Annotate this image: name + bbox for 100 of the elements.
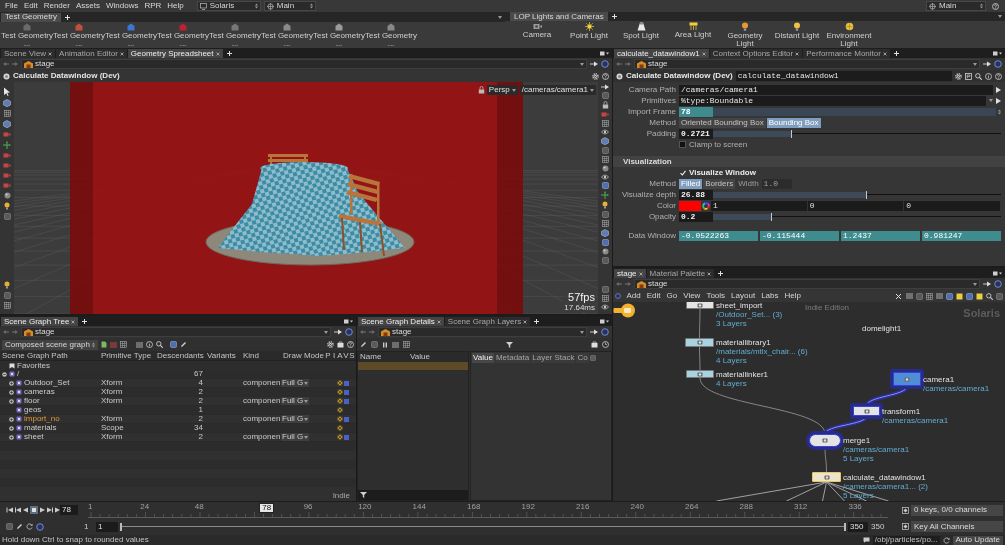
start-frame-field[interactable]: 1 xyxy=(96,521,118,532)
value-field[interactable]: 0.2721 xyxy=(679,128,713,139)
expand-icon[interactable] xyxy=(9,398,14,404)
menu-item[interactable]: Labs xyxy=(758,292,781,300)
pane-tab[interactable]: Scene Graph Tree xyxy=(1,317,79,326)
forward-arrow-icon[interactable] xyxy=(369,330,375,334)
column-header[interactable]: Name xyxy=(358,353,408,361)
sun-icon[interactable] xyxy=(337,407,343,413)
pane-tab[interactable]: Performance Monitor xyxy=(803,49,890,58)
value-field[interactable]: -0.0522263 xyxy=(679,230,758,241)
column-header[interactable]: Variants xyxy=(205,351,241,360)
expand-icon[interactable] xyxy=(9,389,14,395)
eye-icon[interactable] xyxy=(601,174,609,180)
network-node[interactable] xyxy=(853,406,880,416)
key-all-button[interactable]: Key All Channels xyxy=(911,521,1003,533)
path-field[interactable]: stage xyxy=(634,59,980,69)
forward-arrow-icon[interactable] xyxy=(12,62,18,66)
shelf-tool[interactable]: Test Geometry ... xyxy=(365,23,417,48)
plus-icon[interactable] xyxy=(534,319,540,324)
column-header[interactable]: A xyxy=(337,351,343,360)
close-icon[interactable] xyxy=(795,51,800,56)
value-field[interactable]: 0.2 xyxy=(679,211,713,222)
plus-icon[interactable] xyxy=(611,14,617,19)
pane-tab[interactable]: stage xyxy=(614,269,646,278)
move-handle-icon[interactable] xyxy=(601,191,609,199)
back-arrow-icon[interactable] xyxy=(616,282,622,286)
expand-icon[interactable] xyxy=(9,416,14,422)
forward-arrow-icon[interactable] xyxy=(625,282,631,286)
shelf-tool[interactable]: Point Light xyxy=(563,22,615,40)
value-field[interactable]: 78 xyxy=(679,106,713,117)
pane-tab[interactable]: Scene View xyxy=(1,49,56,58)
option-button[interactable]: Oriented Bounding Box xyxy=(679,117,766,128)
close-icon[interactable] xyxy=(48,51,53,56)
section-header[interactable]: Visualization xyxy=(613,157,672,166)
list-icon[interactable] xyxy=(392,341,399,348)
info-icon[interactable] xyxy=(145,341,153,348)
filter-field[interactable] xyxy=(358,490,468,500)
key-frame-icon[interactable] xyxy=(902,506,909,514)
note-icon[interactable] xyxy=(956,292,963,300)
sun-icon[interactable] xyxy=(337,416,343,422)
value-field[interactable]: 1 xyxy=(711,200,808,211)
expand-icon[interactable] xyxy=(9,434,14,440)
plus-icon[interactable] xyxy=(65,14,70,20)
square-icon[interactable] xyxy=(601,286,609,293)
camera-icon[interactable] xyxy=(3,172,11,179)
menu-item[interactable]: Help xyxy=(782,292,804,300)
caret-icon[interactable] xyxy=(989,99,993,102)
value-field[interactable]: 0 xyxy=(807,200,905,211)
path-field[interactable]: stage xyxy=(634,279,980,289)
network-node[interactable] xyxy=(686,370,714,378)
forward-arrow-icon[interactable] xyxy=(12,330,18,334)
cube-icon[interactable] xyxy=(601,229,609,237)
eye-icon[interactable] xyxy=(601,304,609,310)
pane-menu-icon[interactable] xyxy=(600,51,609,56)
info-icon[interactable] xyxy=(985,72,992,80)
end-frame-field[interactable]: 350 xyxy=(848,521,868,532)
shelf-tool[interactable]: Spot Light xyxy=(615,22,667,40)
shelf-tool[interactable]: Test Geometry ... xyxy=(261,23,313,48)
pane-tab[interactable]: Context Options Editor xyxy=(709,49,803,58)
sun-icon[interactable] xyxy=(337,389,343,395)
menu-item[interactable]: Go xyxy=(664,292,680,300)
pen-icon[interactable] xyxy=(179,341,187,348)
pin-icon[interactable] xyxy=(334,329,342,335)
list-icon[interactable] xyxy=(135,341,143,348)
prim-name[interactable]: cameras xyxy=(24,388,55,396)
cursor-icon[interactable] xyxy=(3,87,11,96)
pin-icon[interactable] xyxy=(590,329,598,335)
plus-icon[interactable] xyxy=(718,271,724,276)
column-header[interactable]: Draw Mode xyxy=(281,351,325,360)
draw-mode-dropdown[interactable]: Full G xyxy=(281,433,310,441)
camera-dropdown[interactable]: /cameras/camera1 xyxy=(519,85,596,95)
shelf-tool[interactable]: Test Geometry ... xyxy=(209,23,261,48)
node-name-field[interactable]: calculate_datawindow1 xyxy=(735,71,952,81)
key-frame-icon[interactable] xyxy=(902,523,909,531)
pin-icon[interactable] xyxy=(983,61,991,67)
path-field[interactable]: /obj/particles/po... xyxy=(872,535,940,545)
sphere-icon[interactable] xyxy=(3,192,11,199)
shelf-tool[interactable]: Camera xyxy=(511,22,563,39)
cube-icon[interactable] xyxy=(3,99,11,107)
plus-icon[interactable] xyxy=(82,319,88,324)
column-header[interactable]: V xyxy=(343,351,349,360)
filter-icon[interactable] xyxy=(506,341,513,348)
tile-icon[interactable] xyxy=(169,341,177,348)
help-icon[interactable] xyxy=(602,72,609,80)
search-icon[interactable] xyxy=(975,72,982,80)
camera-icon[interactable] xyxy=(3,131,11,138)
draw-mode-dropdown[interactable]: Full G xyxy=(281,397,310,405)
note-icon[interactable] xyxy=(976,292,983,300)
inspector-tab[interactable]: Metadata xyxy=(494,352,531,363)
dropdown[interactable]: Main xyxy=(926,1,986,11)
close-icon[interactable] xyxy=(523,319,528,324)
shelf-tool[interactable]: Distant Light xyxy=(771,22,823,40)
network-node[interactable] xyxy=(893,372,921,386)
grid-icon[interactable] xyxy=(601,295,609,302)
light-bulb-icon[interactable] xyxy=(602,201,608,209)
grid-icon[interactable] xyxy=(926,292,933,300)
forward-arrow-icon[interactable] xyxy=(625,62,631,66)
menu-item[interactable]: Add xyxy=(624,292,644,300)
settings-icon[interactable] xyxy=(327,341,334,348)
collapse-icon[interactable] xyxy=(2,371,7,377)
